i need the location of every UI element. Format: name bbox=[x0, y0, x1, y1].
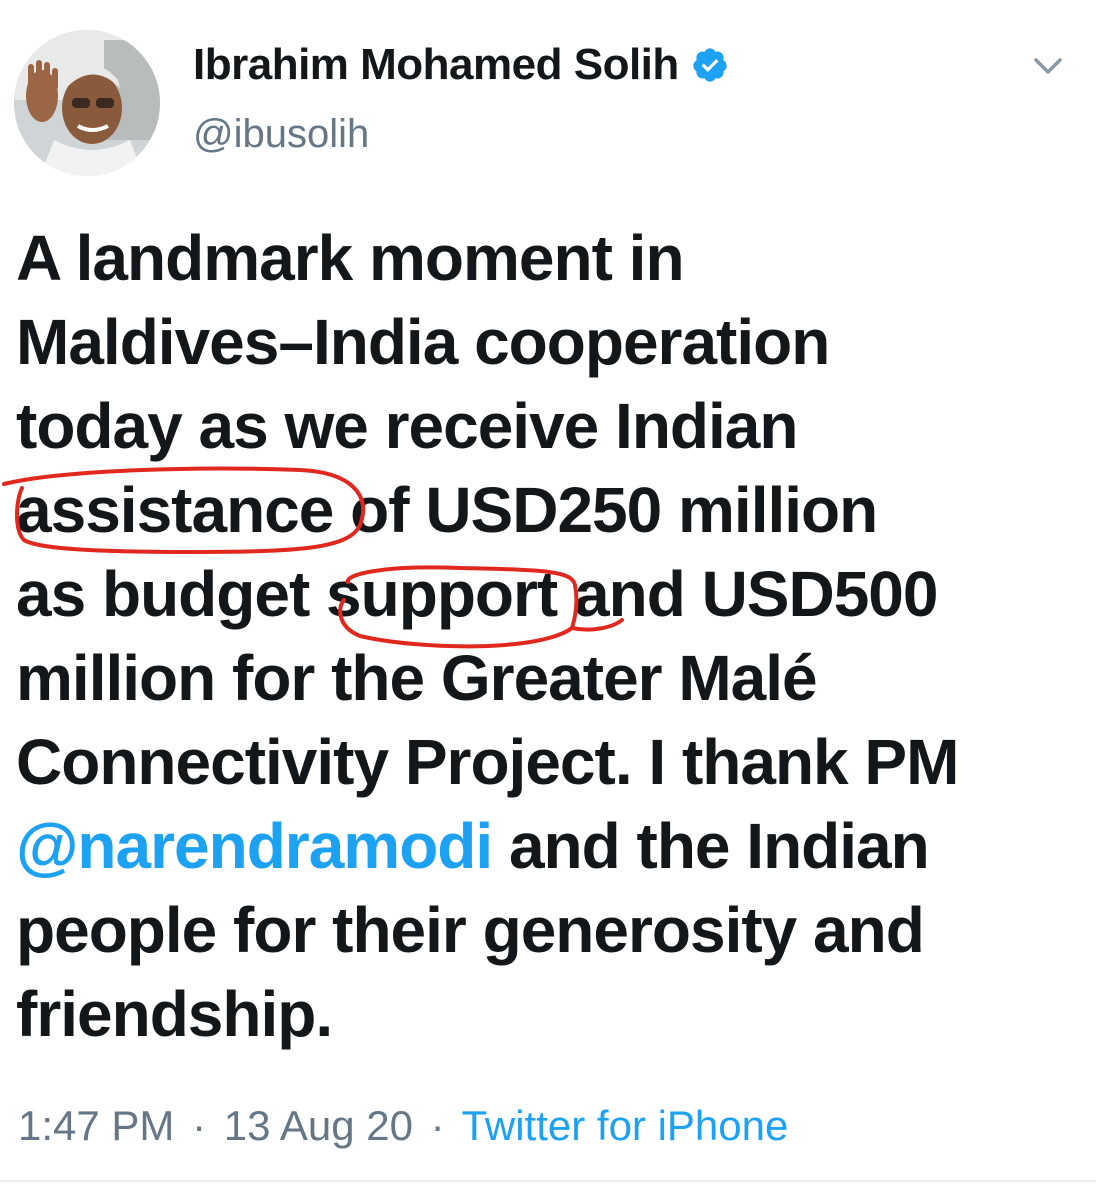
tweet-line: Maldives–India cooperation bbox=[16, 306, 830, 378]
verified-badge-icon bbox=[693, 48, 727, 82]
tweet-line-segment: and the Indian bbox=[492, 810, 930, 882]
tweet-line: people for their generosity and bbox=[16, 894, 925, 966]
meta-separator: · bbox=[430, 1102, 445, 1149]
avatar-photo bbox=[14, 30, 160, 176]
tweet-text: A landmark moment in Maldives–India coop… bbox=[16, 216, 1086, 1056]
meta-separator: · bbox=[192, 1102, 207, 1149]
tweet-line-segment: and USD500 bbox=[557, 558, 938, 630]
tweet-line: as budget support and USD500 bbox=[16, 552, 1086, 636]
mention-link[interactable]: @narendramodi bbox=[16, 810, 493, 882]
tweet-meta: 1:47 PM · 13 Aug 20 · Twitter for iPhone bbox=[18, 1102, 788, 1150]
annotated-word-assistance: assistance bbox=[16, 474, 334, 546]
tweet-line: @narendramodi and the Indian bbox=[16, 804, 1086, 888]
tweet-line-segment: as budget bbox=[16, 558, 327, 630]
tweet-line: friendship. bbox=[16, 978, 333, 1050]
tweet-line: today as we receive Indian bbox=[16, 390, 798, 462]
tweet-line: Connectivity Project. I thank PM bbox=[16, 726, 959, 798]
tweet-line: assistance of USD250 million bbox=[16, 468, 1086, 552]
author-handle[interactable]: @ibusolih bbox=[193, 112, 369, 157]
tweet-source-link[interactable]: Twitter for iPhone bbox=[462, 1102, 789, 1149]
tweet-line-segment: of USD250 million bbox=[333, 474, 878, 546]
author-name[interactable]: Ibrahim Mohamed Solih bbox=[193, 40, 729, 90]
chevron-down-icon[interactable] bbox=[1030, 50, 1066, 80]
annotated-word-support: support bbox=[326, 558, 558, 630]
tweet-line: A landmark moment in bbox=[16, 222, 685, 294]
avatar[interactable] bbox=[14, 30, 160, 176]
tweet-time[interactable]: 1:47 PM bbox=[18, 1102, 174, 1149]
tweet-card: Ibrahim Mohamed Solih @ibusolih A landma… bbox=[0, 0, 1096, 1200]
divider bbox=[0, 1180, 1096, 1182]
tweet-date[interactable]: 13 Aug 20 bbox=[224, 1102, 413, 1149]
author-name-text: Ibrahim Mohamed Solih bbox=[193, 40, 679, 89]
tweet-line: million for the Greater Malé bbox=[16, 642, 818, 714]
